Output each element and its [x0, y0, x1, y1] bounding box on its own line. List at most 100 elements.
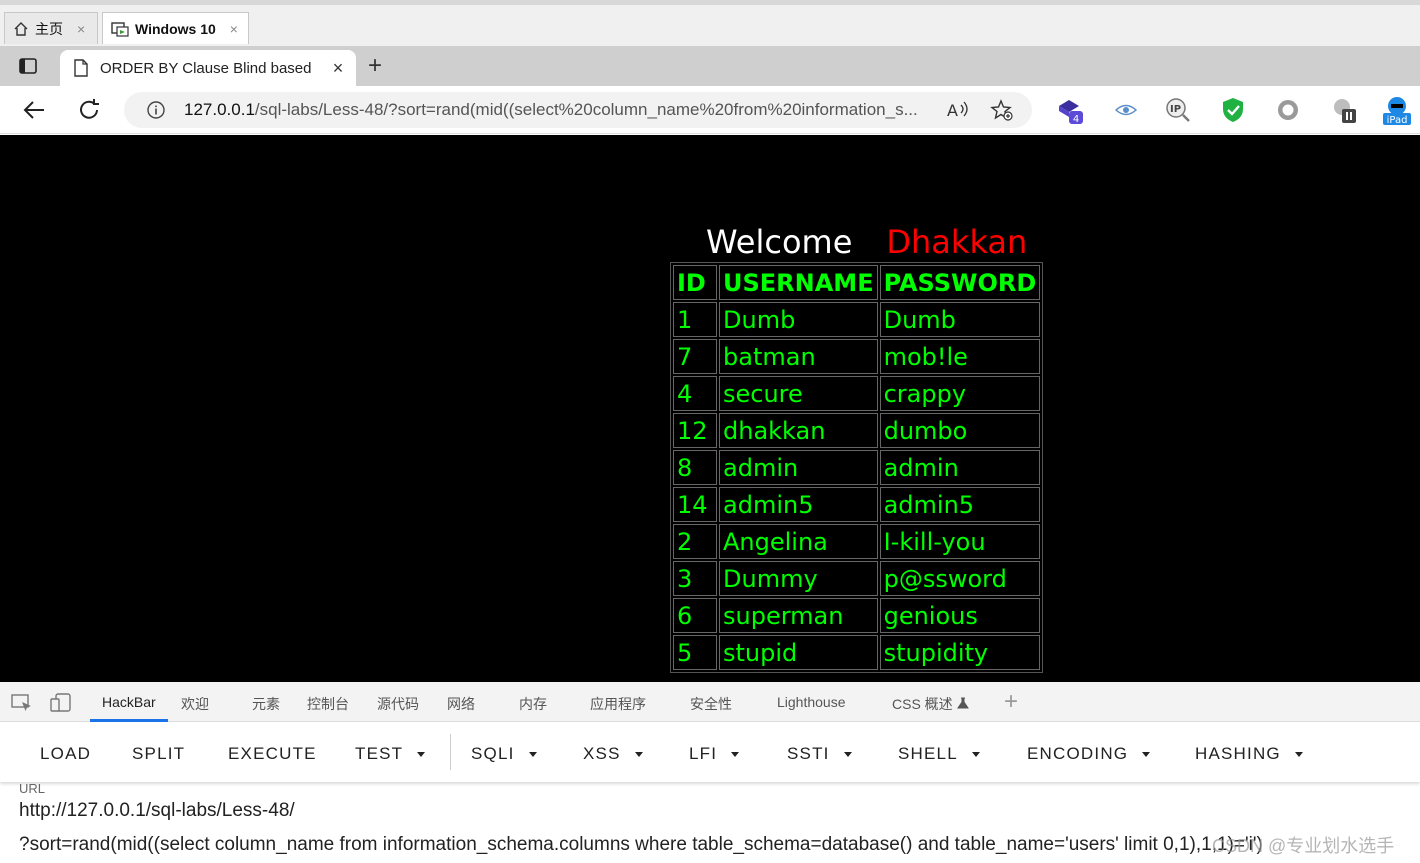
cell-username: Dumb: [719, 302, 878, 337]
caret-down-icon: [1294, 752, 1303, 758]
tab-lighthouse[interactable]: Lighthouse: [777, 694, 846, 710]
shell-dropdown-label: SHELL: [898, 744, 958, 763]
record-extension-icon[interactable]: [1274, 96, 1302, 124]
address-url-host: 127.0.0.1: [184, 100, 255, 119]
tab-application[interactable]: 应用程序: [590, 694, 646, 714]
tab-elements[interactable]: 元素: [252, 694, 280, 714]
vm-tab-windows10-close-icon[interactable]: ×: [230, 21, 238, 37]
read-aloud-icon[interactable]: A: [946, 99, 970, 121]
url-field-label: URL: [19, 781, 46, 796]
cell-id: 2: [673, 524, 717, 559]
encoding-dropdown[interactable]: ENCODING: [1027, 744, 1151, 764]
favorite-star-icon[interactable]: [990, 99, 1014, 121]
caret-down-icon: [528, 752, 537, 758]
info-icon[interactable]: [146, 100, 166, 120]
devtools-tab-bar: HackBar 欢迎 元素 控制台 源代码 网络 内存 应用程序 安全性 Lig…: [0, 682, 1420, 722]
header-password: PASSWORD: [879, 265, 1041, 300]
ssti-dropdown[interactable]: SSTI: [787, 744, 852, 764]
cell-id: 1: [673, 302, 717, 337]
hashing-dropdown-label: HASHING: [1195, 744, 1281, 763]
caret-down-icon: [731, 752, 740, 758]
browser-tab-row: ORDER BY Clause Blind based × +: [0, 46, 1420, 86]
add-tab-button[interactable]: +: [1004, 688, 1018, 716]
eye-extension-icon[interactable]: [1112, 96, 1140, 124]
paused-extension-icon[interactable]: [1330, 96, 1358, 124]
browser-tab-title: ORDER BY Clause Blind based: [100, 59, 312, 77]
extension-badge: 4: [1073, 114, 1079, 125]
cell-username: Angelina: [719, 524, 878, 559]
cell-password: mob!le: [879, 339, 1041, 374]
vm-tab-windows10[interactable]: Windows 10 ×: [102, 12, 249, 44]
split-button[interactable]: SPLIT: [132, 744, 185, 764]
page-content: Welcome Dhakkan ID USERNAME PASSWORD 1 Dum…: [0, 135, 1420, 682]
browser-tab-active[interactable]: ORDER BY Clause Blind based ×: [60, 50, 356, 86]
address-bar-row: 127.0.0.1/sql-labs/Less-48/?sort=rand(mi…: [0, 86, 1420, 134]
svg-text:IP: IP: [1170, 104, 1181, 115]
tab-hackbar[interactable]: HackBar: [102, 694, 156, 710]
home-icon: [14, 21, 28, 36]
users-table-header-row: ID USERNAME PASSWORD: [673, 265, 1041, 300]
vm-screen-icon: [111, 21, 129, 37]
cell-username: stupid: [719, 635, 878, 670]
execute-button[interactable]: EXECUTE: [228, 744, 317, 764]
tab-sources[interactable]: 源代码: [377, 694, 419, 714]
tab-security[interactable]: 安全性: [690, 694, 732, 714]
back-arrow-icon[interactable]: [20, 96, 48, 124]
url-field-line-2[interactable]: ?sort=rand(mid((select column_name from …: [19, 834, 1419, 856]
url-field-line-1[interactable]: http://127.0.0.1/sql-labs/Less-48/: [19, 800, 295, 822]
table-row: 7 batman mob!le: [673, 339, 1041, 374]
cell-id: 4: [673, 376, 717, 411]
sqli-dropdown[interactable]: SQLI: [471, 744, 537, 764]
tab-actions-icon[interactable]: [18, 56, 38, 76]
address-bar[interactable]: 127.0.0.1/sql-labs/Less-48/?sort=rand(mi…: [124, 92, 1032, 128]
cell-username: secure: [719, 376, 878, 411]
cell-id: 3: [673, 561, 717, 596]
browser-tab-close-icon[interactable]: ×: [326, 58, 350, 79]
shell-dropdown[interactable]: SHELL: [898, 744, 980, 764]
test-dropdown[interactable]: TEST: [355, 744, 426, 764]
csdn-watermark: CSDN @专业划水选手: [1212, 836, 1395, 856]
cell-username: superman: [719, 598, 878, 633]
caret-down-icon: [417, 752, 426, 758]
xss-dropdown[interactable]: XSS: [583, 744, 643, 764]
load-button[interactable]: LOAD: [40, 744, 91, 764]
table-row: 3 Dummy p@ssword: [673, 561, 1041, 596]
address-url-path: /sql-labs/Less-48/?sort=rand(mid((select…: [254, 100, 918, 119]
tab-welcome[interactable]: 欢迎: [181, 694, 209, 714]
tab-console[interactable]: 控制台: [307, 694, 349, 714]
beaker-icon: [956, 697, 969, 709]
table-row: 5 stupid stupidity: [673, 635, 1041, 670]
cell-id: 5: [673, 635, 717, 670]
caret-down-icon: [843, 752, 852, 758]
extension-purple-icon[interactable]: 4: [1056, 96, 1084, 125]
ipad-label: iPad: [1387, 115, 1408, 126]
caret-down-icon: [1142, 752, 1151, 758]
shield-icon[interactable]: [1219, 96, 1247, 124]
device-toolbar-icon[interactable]: [50, 693, 72, 713]
tab-network[interactable]: 网络: [447, 694, 475, 714]
lfi-dropdown[interactable]: LFI: [689, 744, 740, 764]
refresh-icon[interactable]: [75, 96, 103, 124]
vm-tab-home-label: 主页: [35, 20, 63, 37]
address-url[interactable]: 127.0.0.1/sql-labs/Less-48/?sort=rand(mi…: [184, 100, 924, 120]
new-tab-button[interactable]: +: [368, 52, 382, 80]
vm-tab-home[interactable]: 主页 ×: [4, 12, 98, 44]
caret-down-icon: [634, 752, 643, 758]
ip-lookup-icon[interactable]: IP: [1164, 96, 1192, 124]
table-row: 8 admin admin: [673, 450, 1041, 485]
cell-password: genious: [879, 598, 1041, 633]
welcome-text: Welcome: [706, 223, 853, 261]
tab-memory[interactable]: 内存: [519, 694, 547, 714]
vm-tab-home-close-icon[interactable]: ×: [77, 21, 85, 37]
hashing-dropdown[interactable]: HASHING: [1195, 744, 1303, 764]
table-row: 2 Angelina I-kill-you: [673, 524, 1041, 559]
tab-css-overview-label: CSS 概述: [892, 696, 953, 712]
vm-tab-windows10-label: Windows 10: [135, 20, 216, 37]
vm-tab-strip: 主页 × Windows 10 ×: [0, 0, 1420, 46]
encoding-dropdown-label: ENCODING: [1027, 744, 1129, 763]
table-row: 4 secure crappy: [673, 376, 1041, 411]
ipad-extension-icon[interactable]: iPad: [1382, 96, 1412, 126]
cell-username: admin: [719, 450, 878, 485]
inspect-element-icon[interactable]: [11, 693, 33, 713]
tab-css-overview[interactable]: CSS 概述: [892, 694, 969, 714]
